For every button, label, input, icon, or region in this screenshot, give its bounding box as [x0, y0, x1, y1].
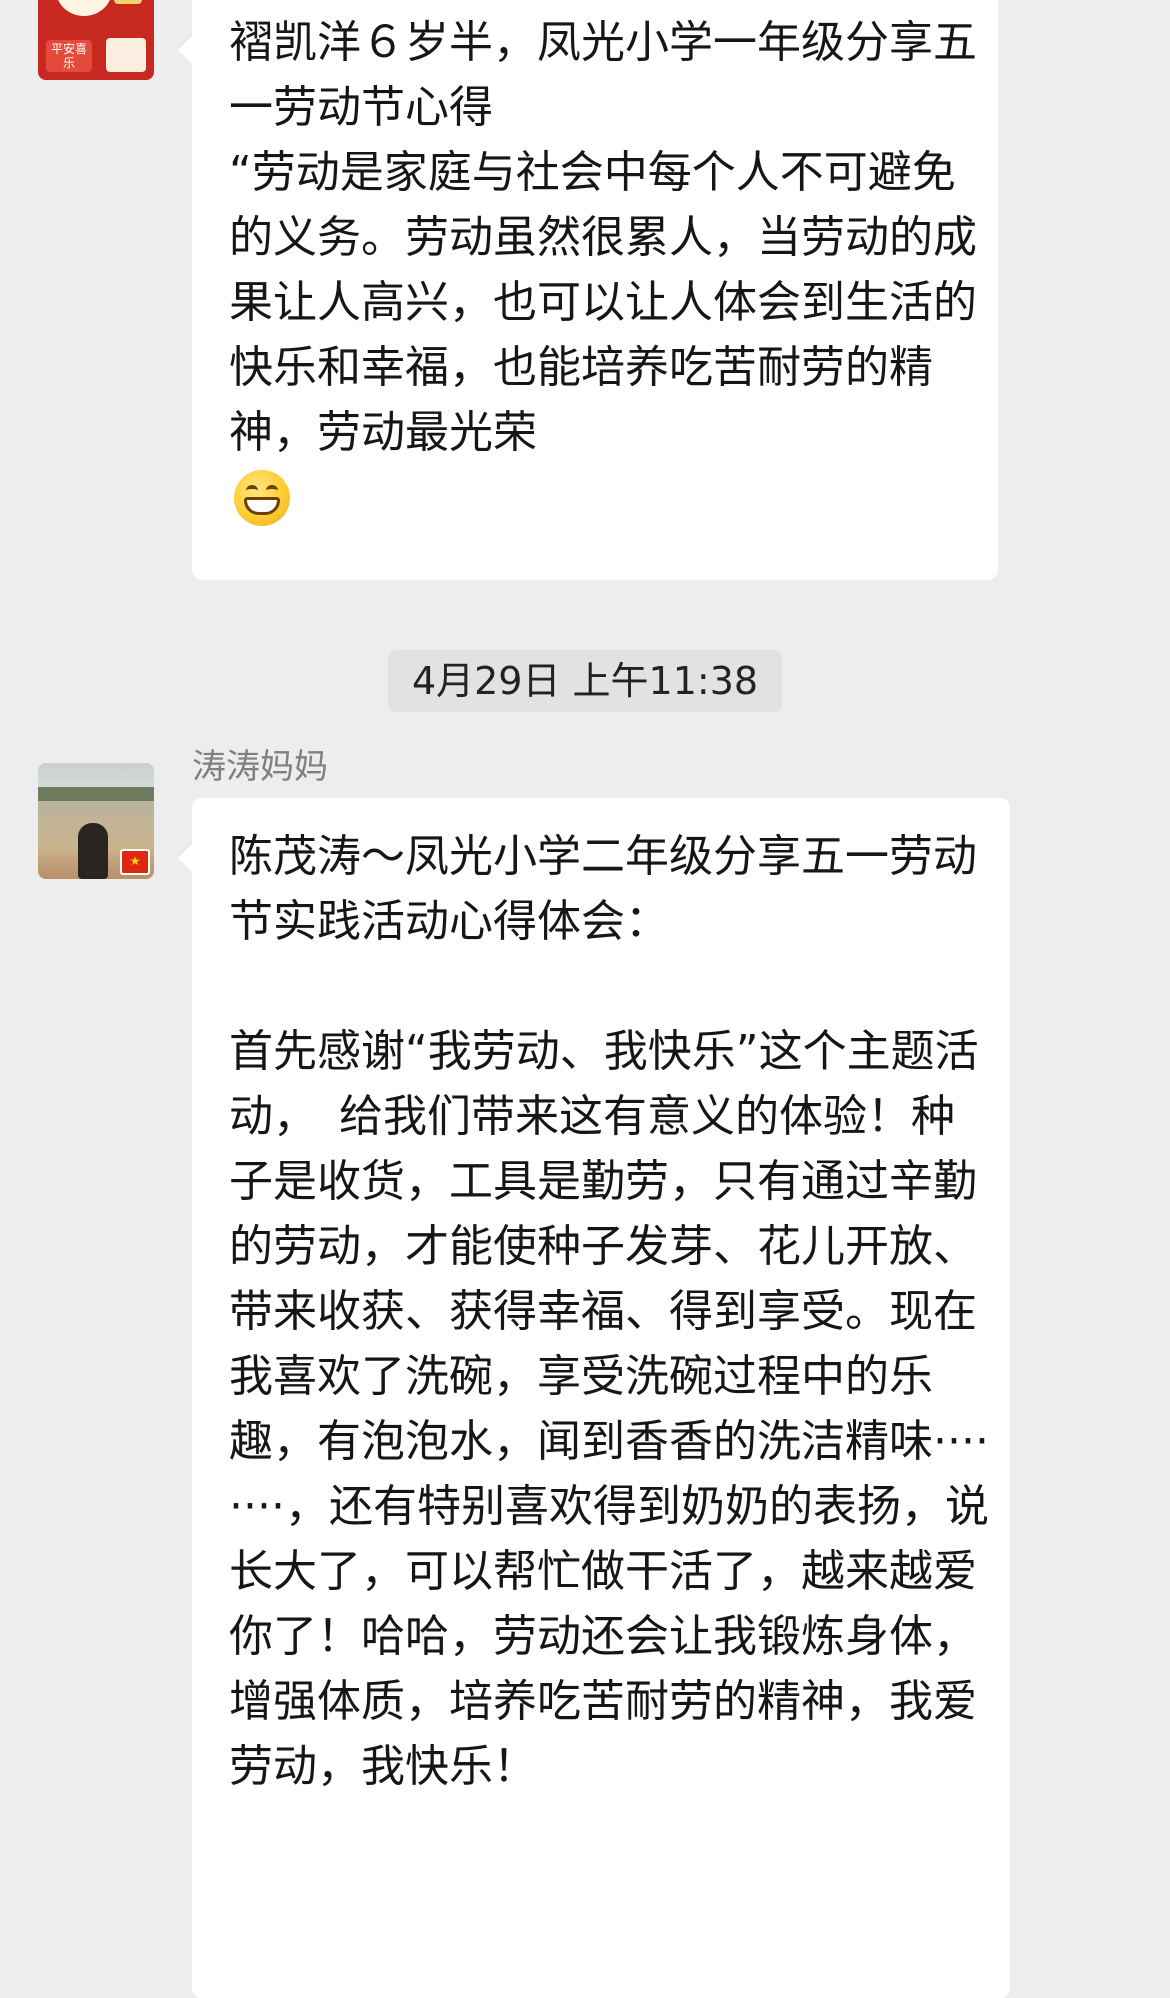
- sender-avatar[interactable]: 運 平安喜乐: [38, 0, 154, 80]
- china-flag-icon: ★: [120, 849, 150, 875]
- sender-avatar[interactable]: ★: [38, 763, 154, 879]
- avatar-panel-decoration: [106, 38, 146, 72]
- avatar-photo-trees: [38, 787, 154, 801]
- message-bubble[interactable]: 褶凯洋６岁半，凤光小学一年级分享五一劳动节心得 “劳动是家庭与社会中每个人不可避…: [178, 0, 998, 580]
- grinning-face-emoji-icon: [234, 470, 290, 526]
- message-text: 陈茂涛～凤光小学二年级分享五一劳动节实践活动心得体会： 首先感谢“我劳动、我快乐…: [229, 831, 989, 1792]
- avatar-badge: 運: [114, 0, 142, 4]
- sender-name: 涛涛妈妈: [192, 747, 328, 787]
- avatar-photo-person: [78, 823, 108, 879]
- avatar-panel-text: 平安喜乐: [46, 40, 92, 72]
- emoji-eye-icon: [246, 485, 258, 496]
- emoji-mouth-icon: [244, 497, 280, 515]
- avatar-face-illustration: [56, 0, 112, 16]
- chat-view: 運 平安喜乐 褶凯洋６岁半，凤光小学一年级分享五一劳动节心得 “劳动是家庭与社会…: [0, 0, 1170, 1998]
- message-bubble[interactable]: 陈茂涛～凤光小学二年级分享五一劳动节实践活动心得体会： 首先感谢“我劳动、我快乐…: [178, 798, 1010, 1998]
- chat-timestamp: 4月29日 上午11:38: [388, 650, 782, 712]
- emoji-eye-icon: [266, 485, 278, 496]
- message-text: 褶凯洋６岁半，凤光小学一年级分享五一劳动节心得 “劳动是家庭与社会中每个人不可避…: [229, 17, 977, 458]
